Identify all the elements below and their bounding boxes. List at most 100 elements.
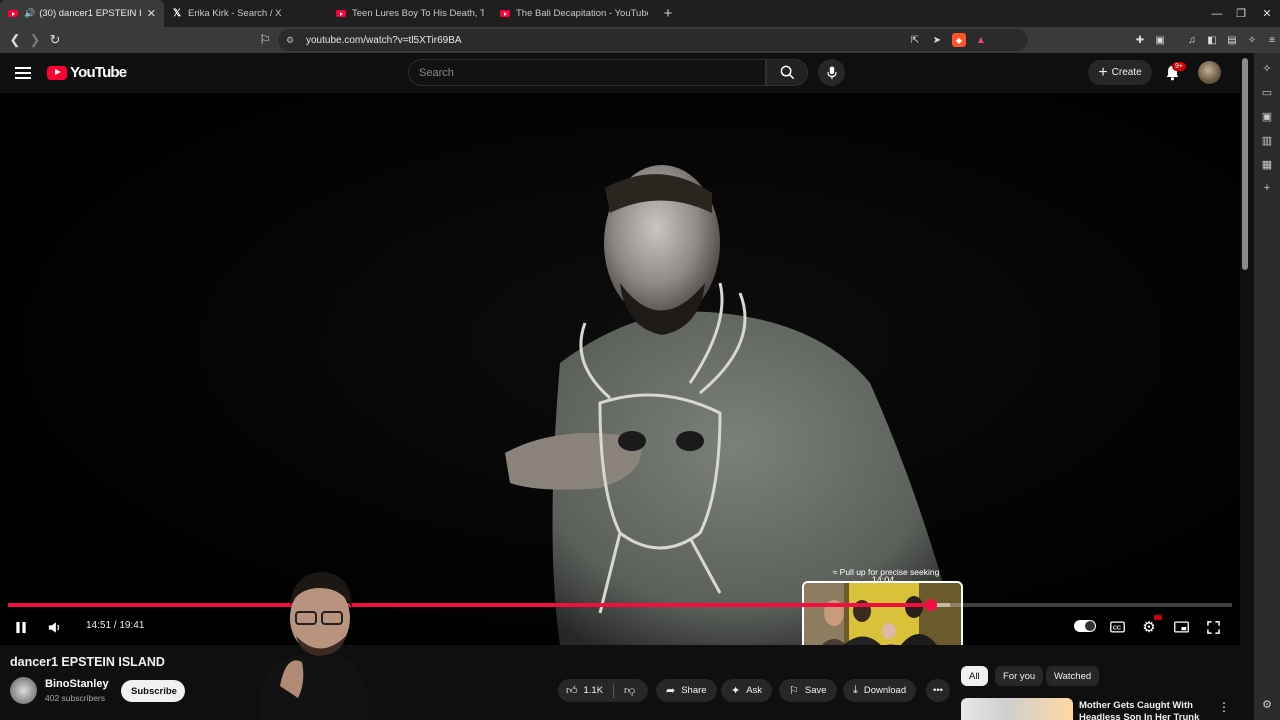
chevron-up-icon: ≈ — [832, 567, 840, 577]
youtube-masthead: YouTube Search + Create 9+ — [0, 53, 1240, 93]
download-icon: ⤓ — [853, 684, 858, 696]
share-button[interactable]: ➦ Share — [656, 679, 717, 702]
send-icon[interactable]: ➤ — [930, 33, 944, 47]
reading-list-icon[interactable]: ▦ — [1260, 157, 1274, 171]
speaker-icon[interactable]: 🔊 — [24, 8, 35, 19]
browser-tab-3[interactable]: Teen Lures Boy To His Death, Th — [328, 0, 492, 27]
player-controls: 14:51 / 19:41 CC ⚙ — [0, 612, 1240, 640]
add-icon[interactable]: + — [1260, 181, 1274, 195]
sidebar-toggle-icon[interactable]: ◧ — [1204, 32, 1220, 48]
recommendation-title[interactable]: Mother Gets Caught With Headless Son In … — [1079, 700, 1219, 720]
channel-avatar[interactable] — [10, 677, 37, 704]
plus-icon: + — [1098, 63, 1108, 81]
back-icon[interactable]: ❮ — [5, 30, 25, 50]
miniplayer-icon — [1173, 621, 1189, 633]
ask-label: Ask — [746, 685, 763, 696]
media-icon[interactable]: ▭ — [1260, 85, 1274, 99]
captions-button[interactable]: CC — [1106, 616, 1128, 638]
leo-ai-icon[interactable]: ✧ — [1244, 32, 1260, 48]
create-button[interactable]: + Create — [1088, 60, 1152, 85]
ask-button[interactable]: ✦ Ask — [721, 679, 773, 702]
leo-ai-icon[interactable]: ✧ — [1260, 61, 1274, 75]
search-button[interactable] — [766, 59, 808, 86]
wallet-card-icon[interactable]: ▤ — [1224, 32, 1240, 48]
pause-icon — [16, 621, 26, 633]
browser-tab-strip: 🔊 (30) dancer1 EPSTEIN ISLAND ✕ 𝕏 Erika … — [0, 0, 1280, 27]
time-display: 14:51 / 19:41 — [86, 620, 145, 631]
search-placeholder: Search — [419, 66, 454, 79]
search-input[interactable]: Search — [408, 59, 766, 86]
download-button[interactable]: ⤓ Download — [843, 679, 917, 702]
browser-tab-4[interactable]: The Bali Decapitation - YouTube — [492, 0, 656, 27]
scrubber-handle[interactable] — [924, 599, 937, 611]
chip-watched[interactable]: Watched — [1046, 666, 1100, 686]
browser-tab-2[interactable]: 𝕏 Erika Kirk - Search / X — [164, 0, 328, 27]
hamburger-menu-icon[interactable] — [14, 64, 32, 82]
miniplayer-button[interactable] — [1170, 616, 1192, 638]
menu-icon[interactable]: ≡ — [1264, 32, 1280, 48]
more-actions-button[interactable]: ••• — [926, 679, 950, 702]
bookmark-icon[interactable]: ⚐ — [255, 30, 275, 50]
settings-icon[interactable]: ⚙ — [1260, 697, 1274, 711]
wallet-icon[interactable]: ▣ — [1152, 32, 1168, 48]
more-vertical-icon[interactable]: ⋮ — [1218, 700, 1230, 714]
forward-icon[interactable]: ❯ — [25, 30, 45, 50]
youtube-icon — [8, 9, 18, 19]
wallet-icon[interactable]: ▣ — [1260, 109, 1274, 123]
hd-badge — [1154, 615, 1162, 620]
restore-icon[interactable]: ❐ — [1228, 0, 1254, 27]
video-player[interactable]: ≈ Pull up for precise seeking 14:04 — [0, 93, 1240, 645]
subscribe-button[interactable]: Subscribe — [121, 680, 185, 702]
youtube-icon — [336, 9, 346, 19]
browser-tab-1[interactable]: 🔊 (30) dancer1 EPSTEIN ISLAND ✕ — [0, 0, 164, 27]
site-info-icon[interactable]: ⚙ — [286, 35, 298, 46]
like-count[interactable]: 1.1K — [584, 685, 604, 696]
browser-side-panel: ✧ ▭ ▣ ▥ ▦ + ⚙ — [1254, 53, 1280, 720]
chip-for-you[interactable]: For you — [995, 666, 1044, 686]
address-bar[interactable]: ⚙ youtube.com/watch?v=tl5XTir69BA ⇱ ➤ ◆ … — [278, 29, 1028, 51]
minimize-icon[interactable]: — — [1206, 0, 1228, 27]
thumbs-up-icon[interactable]: 👍︎ — [566, 684, 578, 697]
microphone-icon — [826, 65, 837, 79]
x-icon: 𝕏 — [172, 8, 182, 19]
video-frame — [0, 93, 1240, 645]
channel-name[interactable]: BinoStanley — [45, 678, 109, 690]
subscriber-count: 402 subscribers — [45, 693, 106, 703]
reload-icon[interactable]: ↻ — [45, 30, 65, 50]
youtube-logo[interactable]: YouTube — [47, 64, 127, 81]
save-label: Save — [804, 685, 827, 696]
logo-text: YouTube — [70, 64, 127, 81]
svg-text:CC: CC — [1112, 625, 1120, 631]
close-window-icon[interactable]: ✕ — [1254, 0, 1280, 27]
autoplay-toggle[interactable] — [1074, 620, 1096, 632]
volume-button[interactable] — [44, 616, 66, 638]
fullscreen-button[interactable] — [1202, 616, 1224, 638]
brave-shield-icon[interactable]: ◆ — [952, 33, 966, 47]
fullscreen-icon — [1206, 620, 1220, 634]
extensions-icon[interactable]: ✚ — [1132, 32, 1148, 48]
save-button[interactable]: ⚐ Save — [779, 679, 837, 702]
share-icon: ➦ — [666, 685, 676, 697]
bookmarks-icon[interactable]: ▥ — [1260, 133, 1274, 147]
youtube-icon — [500, 9, 510, 19]
music-icon[interactable]: ♫ — [1184, 32, 1200, 48]
progress-played — [8, 603, 931, 607]
recommendation-thumbnail[interactable] — [961, 698, 1073, 720]
chip-all[interactable]: All — [961, 666, 988, 686]
download-label: Download — [863, 685, 907, 696]
brave-rewards-icon[interactable]: ▲ — [974, 33, 988, 47]
new-tab-button[interactable]: + — [656, 0, 680, 27]
divider — [613, 683, 615, 698]
account-avatar[interactable] — [1198, 61, 1221, 84]
bookmark-icon: ⚐ — [789, 685, 799, 697]
close-icon[interactable]: ✕ — [147, 7, 156, 20]
thumbs-down-icon[interactable]: 👎︎ — [624, 684, 635, 697]
tab-title: The Bali Decapitation - YouTube — [516, 8, 648, 19]
pause-button[interactable] — [10, 616, 32, 638]
voice-search-button[interactable] — [818, 59, 845, 86]
tab-title: Teen Lures Boy To His Death, Th — [352, 8, 484, 19]
webcam-overlay — [262, 572, 368, 720]
page-scrollbar[interactable] — [1242, 58, 1248, 270]
progress-bar[interactable] — [8, 599, 1232, 611]
open-external-icon[interactable]: ⇱ — [908, 33, 922, 47]
